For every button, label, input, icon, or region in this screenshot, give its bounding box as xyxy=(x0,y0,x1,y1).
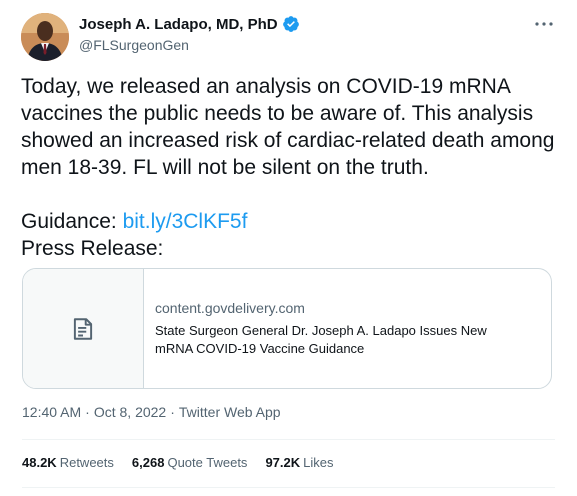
likes-stat[interactable]: 97.2K Likes xyxy=(265,455,333,470)
retweets-count: 48.2K xyxy=(22,455,57,470)
retweets-stat[interactable]: 48.2K Retweets xyxy=(22,455,114,470)
quote-tweets-stat[interactable]: 6,268 Quote Tweets xyxy=(132,455,248,470)
card-thumbnail xyxy=(23,269,144,388)
link-preview-card[interactable]: content.govdelivery.com State Surgeon Ge… xyxy=(22,268,552,389)
likes-count: 97.2K xyxy=(265,455,301,470)
retweets-label: Retweets xyxy=(59,455,114,470)
guidance-line: Guidance: bit.ly/3ClKF5f xyxy=(21,208,556,235)
tweet-text: Today, we released an analysis on COVID-… xyxy=(21,73,556,262)
tweet-container: Joseph A. Ladapo, MD, PhD @FLSurgeonGen … xyxy=(0,0,577,496)
profile-photo-icon xyxy=(21,13,69,61)
card-title: State Surgeon General Dr. Joseph A. Lada… xyxy=(155,322,487,356)
card-body: content.govdelivery.com State Surgeon Ge… xyxy=(144,269,525,388)
author-name-row: Joseph A. Ladapo, MD, PhD xyxy=(79,15,300,33)
meta-separator: · xyxy=(170,404,175,420)
tweet-source[interactable]: Twitter Web App xyxy=(179,404,281,420)
guidance-label: Guidance: xyxy=(21,210,123,233)
document-icon xyxy=(73,317,93,340)
tweet-body: Today, we released an analysis on COVID-… xyxy=(21,75,555,179)
tweet-meta: 12:40 AM · Oct 8, 2022 · Twitter Web App xyxy=(22,404,281,420)
author-display-name[interactable]: Joseph A. Ladapo, MD, PhD xyxy=(79,16,278,33)
press-release-label: Press Release: xyxy=(21,237,164,260)
tweet-time[interactable]: 12:40 AM xyxy=(22,404,81,420)
quote-tweets-label: Quote Tweets xyxy=(167,455,248,470)
tweet-date[interactable]: Oct 8, 2022 xyxy=(94,404,166,420)
engagement-stats: 48.2K Retweets 6,268 Quote Tweets 97.2K Lik… xyxy=(22,455,334,470)
meta-separator: · xyxy=(85,404,90,420)
guidance-link[interactable]: bit.ly/3ClKF5f xyxy=(123,210,248,233)
author-handle[interactable]: @FLSurgeonGen xyxy=(79,37,189,53)
more-options-icon[interactable] xyxy=(533,14,555,34)
quote-tweets-count: 6,268 xyxy=(131,455,165,470)
likes-label: Likes xyxy=(303,455,334,470)
avatar[interactable] xyxy=(21,13,69,61)
verified-badge-icon xyxy=(282,15,300,33)
card-domain: content.govdelivery.com xyxy=(155,299,305,316)
divider xyxy=(22,439,555,440)
divider xyxy=(22,487,555,488)
